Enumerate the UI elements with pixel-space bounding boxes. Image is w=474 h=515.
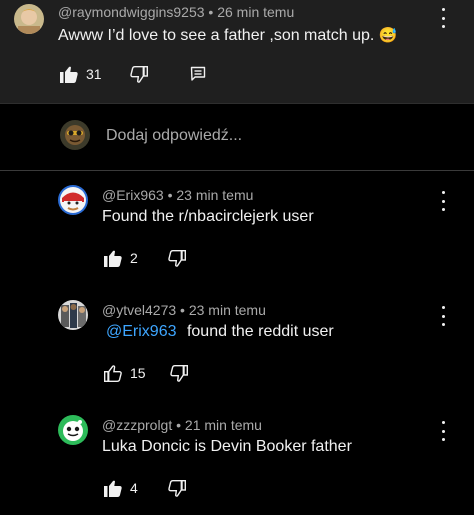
like-button[interactable]: 4 bbox=[104, 480, 138, 497]
avatar[interactable] bbox=[58, 300, 88, 330]
like-button[interactable]: 2 bbox=[104, 250, 138, 267]
meta-separator: • bbox=[180, 302, 185, 318]
avatar[interactable] bbox=[58, 415, 88, 445]
like-button[interactable]: 31 bbox=[60, 66, 102, 83]
thumbs-up-filled-icon bbox=[60, 66, 78, 83]
current-user-avatar bbox=[60, 120, 90, 150]
thumbs-down-icon bbox=[129, 65, 148, 83]
reply-comment-icon bbox=[190, 66, 206, 82]
reply-actions: 4 bbox=[104, 477, 186, 499]
thumbs-up-filled-icon bbox=[104, 250, 122, 267]
dislike-button[interactable] bbox=[129, 65, 148, 83]
meta-separator: • bbox=[176, 417, 182, 433]
reply-author[interactable]: @zzzprolgt bbox=[102, 417, 172, 433]
reply-actions: 2 bbox=[104, 247, 186, 269]
comment-meta: @raymondwiggins9253 • 26 min temu bbox=[58, 4, 294, 20]
comment-body: Awww I’d love to see a father ,son match… bbox=[58, 27, 375, 44]
dislike-button[interactable] bbox=[168, 479, 186, 497]
reply-body: found the reddit user bbox=[186, 323, 334, 340]
thumbs-down-icon bbox=[169, 364, 188, 382]
like-count: 31 bbox=[86, 66, 102, 82]
reply-actions: 15 bbox=[104, 362, 188, 384]
avatar[interactable] bbox=[14, 4, 44, 34]
reply-input[interactable]: Dodaj odpowiedź... bbox=[106, 127, 242, 145]
comment-emoji: 😅 bbox=[378, 27, 398, 44]
reply-meta: @Erix963 • 23 min temu bbox=[102, 187, 253, 203]
reply-text: @Erix963 found the reddit user bbox=[106, 323, 334, 341]
comment-author[interactable]: @raymondwiggins9253 bbox=[58, 4, 205, 20]
reply-button[interactable] bbox=[190, 66, 206, 82]
thumbs-down-icon bbox=[168, 249, 186, 267]
meta-separator: • bbox=[208, 4, 214, 20]
reply-meta: @ytvel4273 • 23 min temu bbox=[102, 302, 266, 318]
reply-list: @Erix963 • 23 min temu Found the r/nbaci… bbox=[0, 171, 474, 515]
avatar[interactable] bbox=[58, 185, 88, 215]
more-options-icon[interactable] bbox=[438, 306, 448, 326]
reply-author[interactable]: @Erix963 bbox=[102, 187, 164, 203]
like-count: 2 bbox=[130, 250, 138, 266]
more-options-icon[interactable] bbox=[438, 191, 448, 211]
reply-text: Luka Doncic is Devin Booker father bbox=[102, 438, 352, 455]
comment-actions: 31 bbox=[60, 63, 206, 85]
thumbs-up-icon bbox=[104, 364, 122, 382]
comment-text: Awww I’d love to see a father ,son match… bbox=[58, 26, 397, 45]
comment-time: 26 min temu bbox=[217, 4, 295, 20]
more-options-icon[interactable] bbox=[438, 8, 448, 28]
more-options-icon[interactable] bbox=[438, 421, 448, 441]
reply-time: 21 min temu bbox=[184, 417, 262, 433]
thumbs-up-filled-icon bbox=[104, 480, 122, 497]
mention-link[interactable]: @Erix963 bbox=[106, 323, 177, 340]
dislike-button[interactable] bbox=[168, 249, 186, 267]
parent-comment: @raymondwiggins9253 • 26 min temu Awww I… bbox=[0, 0, 474, 104]
like-count: 4 bbox=[130, 480, 138, 496]
dislike-button[interactable] bbox=[169, 364, 188, 382]
reply-meta: @zzzprolgt • 21 min temu bbox=[102, 417, 262, 433]
reply-text: Found the r/nbacirclejerk user bbox=[102, 208, 314, 225]
reply-time: 23 min temu bbox=[176, 187, 254, 203]
add-reply-bar: Dodaj odpowiedź... bbox=[0, 104, 474, 171]
meta-separator: • bbox=[167, 187, 173, 203]
like-count: 15 bbox=[130, 365, 146, 381]
like-button[interactable]: 15 bbox=[104, 364, 146, 382]
reply-author[interactable]: @ytvel4273 bbox=[102, 302, 176, 318]
reply-time: 23 min temu bbox=[188, 302, 266, 318]
thumbs-down-icon bbox=[168, 479, 186, 497]
